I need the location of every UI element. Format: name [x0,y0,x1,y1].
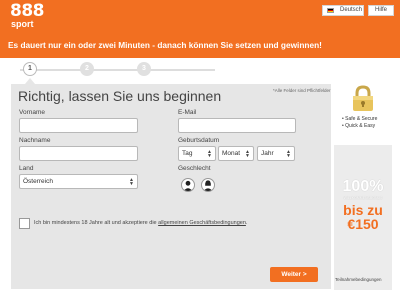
birth-year-select[interactable]: Jahr ▲ ▼ [257,146,295,161]
promo-terms-link[interactable]: Teilnahmebedingungen [335,277,382,282]
birth-day-select[interactable]: Tag ▲ ▼ [178,146,216,161]
gender-label: Geschlecht [178,165,211,172]
country-label: Land [19,165,34,172]
required-fields-note: *Alle Felder sind Pflichtfelder [273,88,331,93]
padlock-icon [352,85,374,117]
step-2-indicator: 2 [80,62,94,76]
first-name-input[interactable] [19,118,138,133]
birthdate-label: Geburtsdatum [178,137,220,144]
select-arrows-icon: ▲ ▼ [207,149,212,159]
logo-number: 888 [10,1,45,21]
promo-amount: €150 [347,216,379,232]
language-selector[interactable]: Deutsch [322,5,364,16]
email-input[interactable] [178,118,296,133]
select-arrows-icon: ▲ ▼ [129,177,134,187]
birth-day-value: Tag [182,150,193,157]
promo-percent: 100% [342,178,384,195]
promo-subtitle: WILLKOMMENSBONUS [343,196,383,200]
country-value: Österreich [23,178,53,185]
male-avatar-icon[interactable] [181,178,195,192]
birth-month-select[interactable]: Monat ▲ ▼ [218,146,254,161]
country-select[interactable]: Österreich ▲ ▼ [19,174,138,189]
select-arrows-icon: ▲ ▼ [286,149,291,159]
step-3-indicator: 3 [137,62,151,76]
next-button[interactable]: Weiter > [270,267,318,282]
terms-checkbox[interactable] [19,218,30,229]
welcome-bonus-banner[interactable]: 100% WILLKOMMENSBONUS bis zu €150 Teilna… [334,145,392,290]
step-1-indicator: 1 [23,62,37,76]
safe-secure-text: • Safe & Secure [342,116,378,122]
progress-track [20,69,215,71]
brand-logo[interactable]: 888 sport [10,2,50,32]
form-title: Richtig, lassen Sie uns beginnen [18,88,222,104]
female-avatar-icon[interactable] [201,178,215,192]
birth-month-value: Monat [222,150,241,157]
last-name-input[interactable] [19,146,138,161]
first-name-label: Vorname [19,109,46,116]
german-flag-icon [327,8,334,13]
language-label: Deutsch [340,7,363,13]
birth-year-value: Jahr [261,150,274,157]
terms-text: Ich bin mindestens 18 Jahre alt und akze… [34,220,248,226]
registration-form: Richtig, lassen Sie uns beginnen *Alle F… [11,84,331,289]
logo-subtitle: sport [11,19,34,29]
header-tagline: Es dauert nur ein oder zwei Minuten - da… [8,40,322,50]
quick-easy-text: • Quick & Easy [342,123,376,129]
promo-upto: bis zu [343,202,383,218]
help-button[interactable]: Hilfe [368,5,394,16]
terms-link[interactable]: allgemeinen Geschäftsbedingungen [158,220,246,226]
header-bar: 888 sport Deutsch Hilfe Es dauert nur ei… [0,0,400,58]
select-arrows-icon: ▲ ▼ [245,149,250,159]
email-label: E-Mail [178,109,197,116]
last-name-label: Nachname [19,137,51,144]
security-info: • Safe & Secure • Quick & Easy [336,84,392,136]
